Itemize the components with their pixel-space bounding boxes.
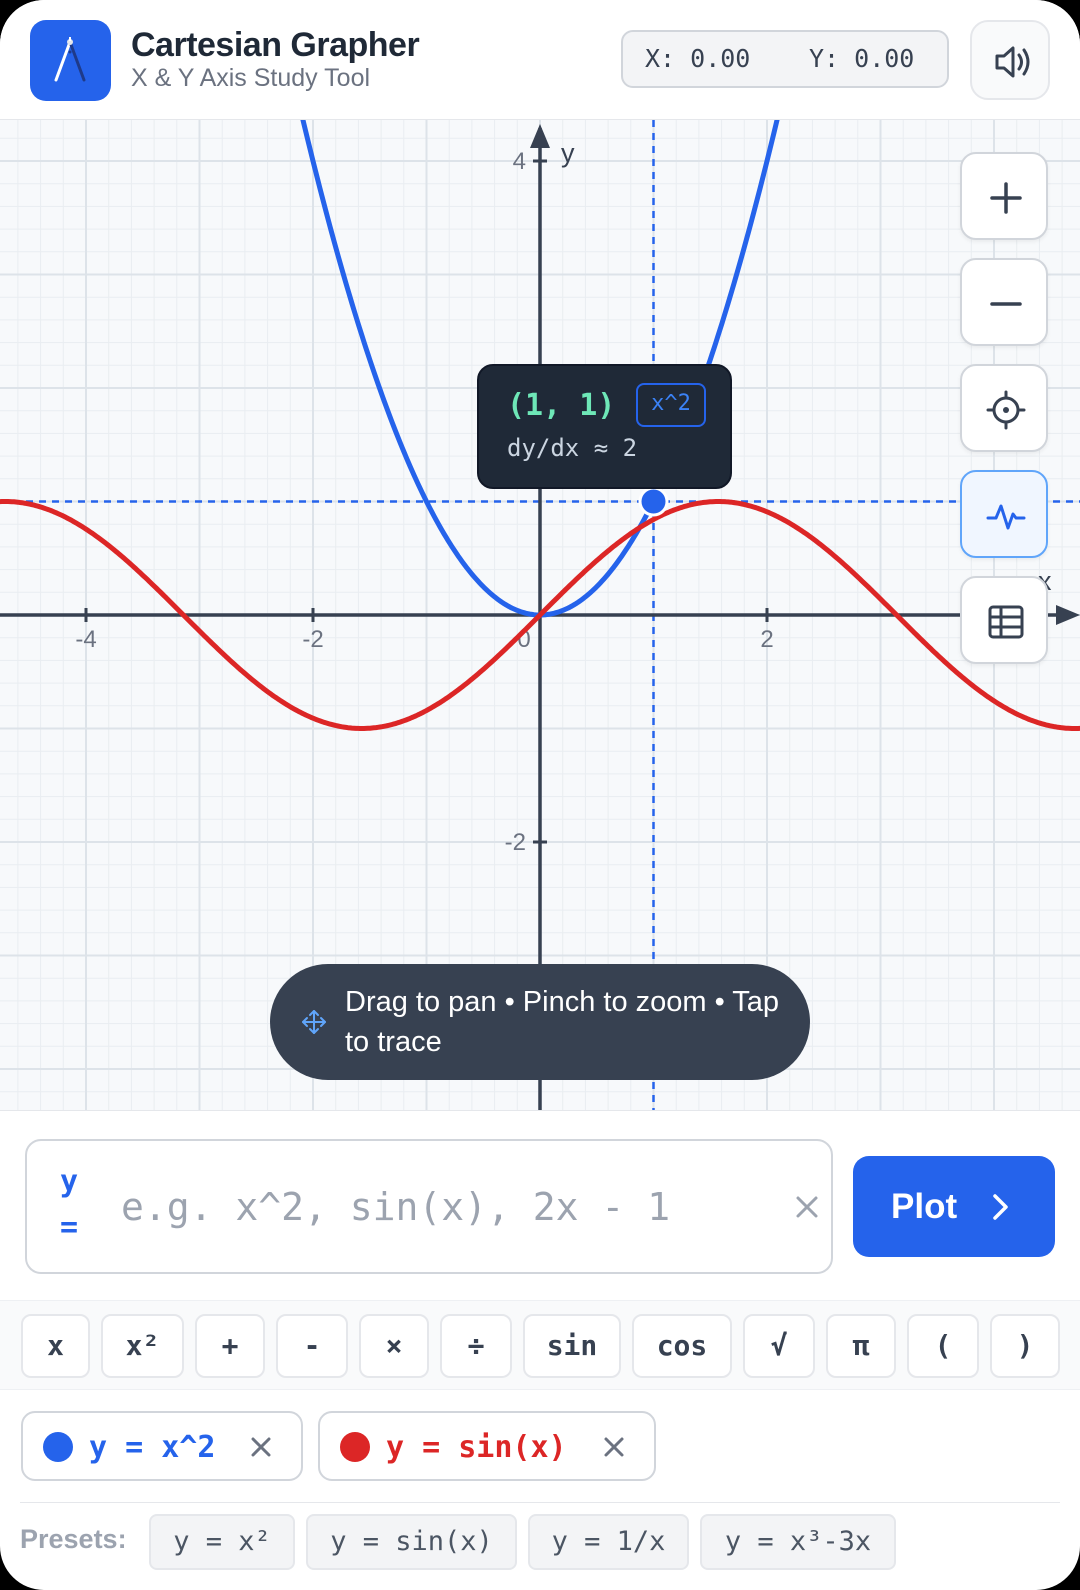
compass-icon bbox=[30, 20, 111, 101]
function-chip-sin[interactable]: y = sin(x) bbox=[318, 1411, 656, 1481]
key-x[interactable]: x bbox=[21, 1314, 90, 1378]
zoom-out-button[interactable] bbox=[960, 258, 1048, 346]
x-axis-arrow bbox=[1056, 605, 1080, 625]
keypad: x x² + - × ÷ sin cos √ π ( ) bbox=[0, 1300, 1080, 1390]
coord-y-readout: Y: 0.00 bbox=[809, 44, 915, 73]
remove-icon[interactable] bbox=[247, 1433, 275, 1461]
trace-icon bbox=[986, 504, 1026, 530]
presets-label: Presets: bbox=[20, 1524, 127, 1554]
graph-svg[interactable]: yx-4-2024-2-4 bbox=[0, 120, 1080, 1111]
y-axis-label: y bbox=[561, 138, 575, 168]
color-dot-icon bbox=[43, 1432, 73, 1462]
key-pi[interactable]: π bbox=[826, 1314, 896, 1378]
trace-point bbox=[641, 489, 666, 514]
remove-icon[interactable] bbox=[600, 1433, 628, 1461]
function-chip-label: y = sin(x) bbox=[386, 1430, 567, 1465]
function-input[interactable] bbox=[121, 1177, 741, 1237]
plot-button-label: Plot bbox=[891, 1187, 958, 1226]
x-tick-label: 2 bbox=[760, 626, 773, 653]
key-divide[interactable]: ÷ bbox=[440, 1314, 512, 1378]
clear-input-button[interactable] bbox=[787, 1187, 827, 1227]
preset-reciprocal[interactable]: y = 1/x bbox=[528, 1514, 689, 1570]
trace-point-label: (1, 1) bbox=[507, 388, 616, 423]
key-minus[interactable]: - bbox=[276, 1314, 348, 1378]
app-frame: Cartesian Grapher X & Y Axis Study Tool … bbox=[0, 0, 1080, 1590]
key-open-paren[interactable]: ( bbox=[907, 1314, 979, 1378]
function-chip-label: y = x^2 bbox=[89, 1430, 216, 1465]
preset-x-squared[interactable]: y = x² bbox=[149, 1514, 295, 1570]
x-tick-label: -2 bbox=[302, 626, 323, 653]
crosshair-icon bbox=[986, 390, 1026, 430]
y-tick-label: 4 bbox=[513, 148, 526, 175]
trace-button[interactable] bbox=[960, 470, 1048, 558]
key-cos[interactable]: cos bbox=[632, 1314, 732, 1378]
divider bbox=[20, 1502, 1060, 1503]
key-multiply[interactable]: × bbox=[359, 1314, 429, 1378]
function-input-box: y = bbox=[25, 1139, 833, 1274]
app-title: Cartesian Grapher bbox=[131, 26, 420, 64]
y-tick-label: -2 bbox=[505, 829, 526, 856]
input-prefix-equals: = bbox=[59, 1210, 79, 1245]
move-icon bbox=[302, 1010, 326, 1034]
color-dot-icon bbox=[340, 1432, 370, 1462]
speaker-icon bbox=[995, 46, 1030, 78]
table-icon bbox=[988, 605, 1024, 639]
preset-sin[interactable]: y = sin(x) bbox=[306, 1514, 517, 1570]
table-button[interactable] bbox=[960, 576, 1048, 664]
preset-cubic[interactable]: y = x³-3x bbox=[700, 1514, 896, 1570]
center-button[interactable] bbox=[960, 364, 1048, 452]
key-x-squared[interactable]: x² bbox=[101, 1314, 184, 1378]
coord-x-readout: X: 0.00 bbox=[645, 44, 751, 73]
key-sqrt[interactable]: √ bbox=[743, 1314, 815, 1378]
zoom-out-icon bbox=[990, 302, 1022, 306]
close-icon bbox=[796, 1196, 818, 1218]
key-close-paren[interactable]: ) bbox=[990, 1314, 1060, 1378]
sound-button[interactable] bbox=[970, 20, 1050, 100]
function-chip-x-squared[interactable]: y = x^2 bbox=[21, 1411, 303, 1481]
trace-function-badge: x^2 bbox=[636, 383, 706, 427]
app-subtitle: X & Y Axis Study Tool bbox=[131, 64, 371, 92]
key-plus[interactable]: + bbox=[195, 1314, 265, 1378]
plot-button[interactable]: Plot bbox=[853, 1156, 1055, 1257]
x-tick-label: -4 bbox=[75, 626, 96, 653]
trace-derivative: dy/dx ≈ 2 bbox=[507, 434, 638, 462]
coordinate-readout: X: 0.00 Y: 0.00 bbox=[621, 30, 949, 88]
chevron-right-icon bbox=[993, 1194, 1008, 1220]
zoom-in-button[interactable] bbox=[960, 152, 1048, 240]
input-prefix: y = bbox=[54, 1159, 84, 1251]
header: Cartesian Grapher X & Y Axis Study Tool … bbox=[0, 0, 1080, 120]
trace-tooltip: (1, 1) x^2 dy/dx ≈ 2 bbox=[477, 364, 732, 489]
zoom-in-icon bbox=[990, 182, 1022, 214]
graph-canvas[interactable]: yx-4-2024-2-4 (1, 1) x^2 dy/dx ≈ 2 Drag … bbox=[0, 120, 1080, 1111]
key-sin[interactable]: sin bbox=[523, 1314, 621, 1378]
gesture-hint-text: Drag to pan • Pinch to zoom • Tap to tra… bbox=[345, 986, 780, 1058]
gesture-hint: Drag to pan • Pinch to zoom • Tap to tra… bbox=[270, 964, 810, 1080]
y-axis-arrow bbox=[530, 124, 550, 148]
input-prefix-y: y bbox=[59, 1164, 79, 1199]
